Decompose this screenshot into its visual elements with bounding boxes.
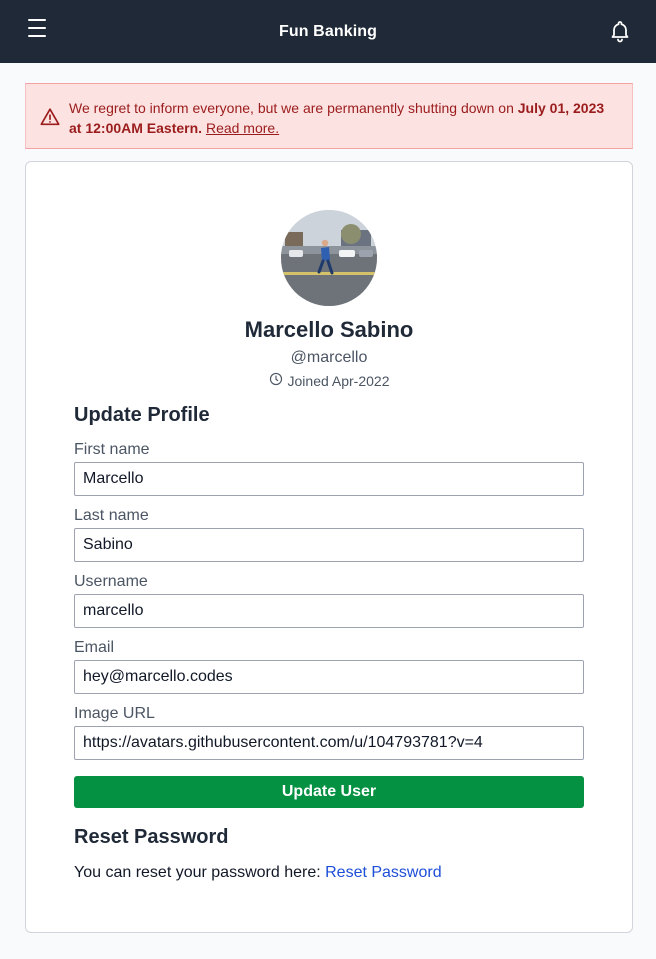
username-label: Username bbox=[74, 573, 148, 590]
first-name-label: First name bbox=[74, 441, 150, 458]
reset-password-description: You can reset your password here: bbox=[74, 864, 326, 881]
reset-password-link[interactable]: Reset Password bbox=[325, 864, 442, 881]
app-title: Fun Banking bbox=[279, 22, 377, 40]
read-more-link[interactable]: Read more. bbox=[206, 120, 279, 136]
image-url-input[interactable] bbox=[74, 726, 584, 760]
profile-name: Marcello Sabino bbox=[244, 317, 414, 342]
alert-message-text: We regret to inform everyone, but we are… bbox=[69, 100, 518, 116]
profile-avatar bbox=[281, 210, 377, 306]
email-label: Email bbox=[74, 639, 115, 656]
warning-triangle-icon bbox=[39, 106, 61, 128]
profile-username: @marcello bbox=[290, 349, 368, 366]
image-url-label: Image URL bbox=[74, 705, 155, 722]
first-name-input[interactable] bbox=[74, 462, 584, 496]
bell-icon[interactable] bbox=[608, 19, 632, 43]
clock-icon bbox=[269, 372, 283, 389]
profile-card: Marcello Sabino @marcello Joined Apr-202… bbox=[25, 161, 633, 933]
update-user-button[interactable]: Update User bbox=[74, 776, 584, 808]
reset-password-heading: Reset Password bbox=[74, 826, 229, 848]
email-input[interactable] bbox=[74, 660, 584, 694]
reset-password-text: You can reset your password here: Reset … bbox=[74, 864, 442, 882]
last-name-label: Last name bbox=[74, 507, 149, 524]
update-profile-heading: Update Profile bbox=[74, 404, 210, 426]
joined-date: Joined Apr-2022 bbox=[287, 372, 390, 389]
shutdown-alert-banner: We regret to inform everyone, but we are… bbox=[25, 83, 633, 149]
last-name-input[interactable] bbox=[74, 528, 584, 562]
hamburger-menu-icon[interactable] bbox=[26, 18, 48, 38]
alert-message: We regret to inform everyone, but we are… bbox=[69, 98, 614, 138]
top-nav-bar: Fun Banking bbox=[0, 0, 656, 63]
profile-joined: Joined Apr-2022 bbox=[26, 372, 632, 389]
username-input[interactable] bbox=[74, 594, 584, 628]
